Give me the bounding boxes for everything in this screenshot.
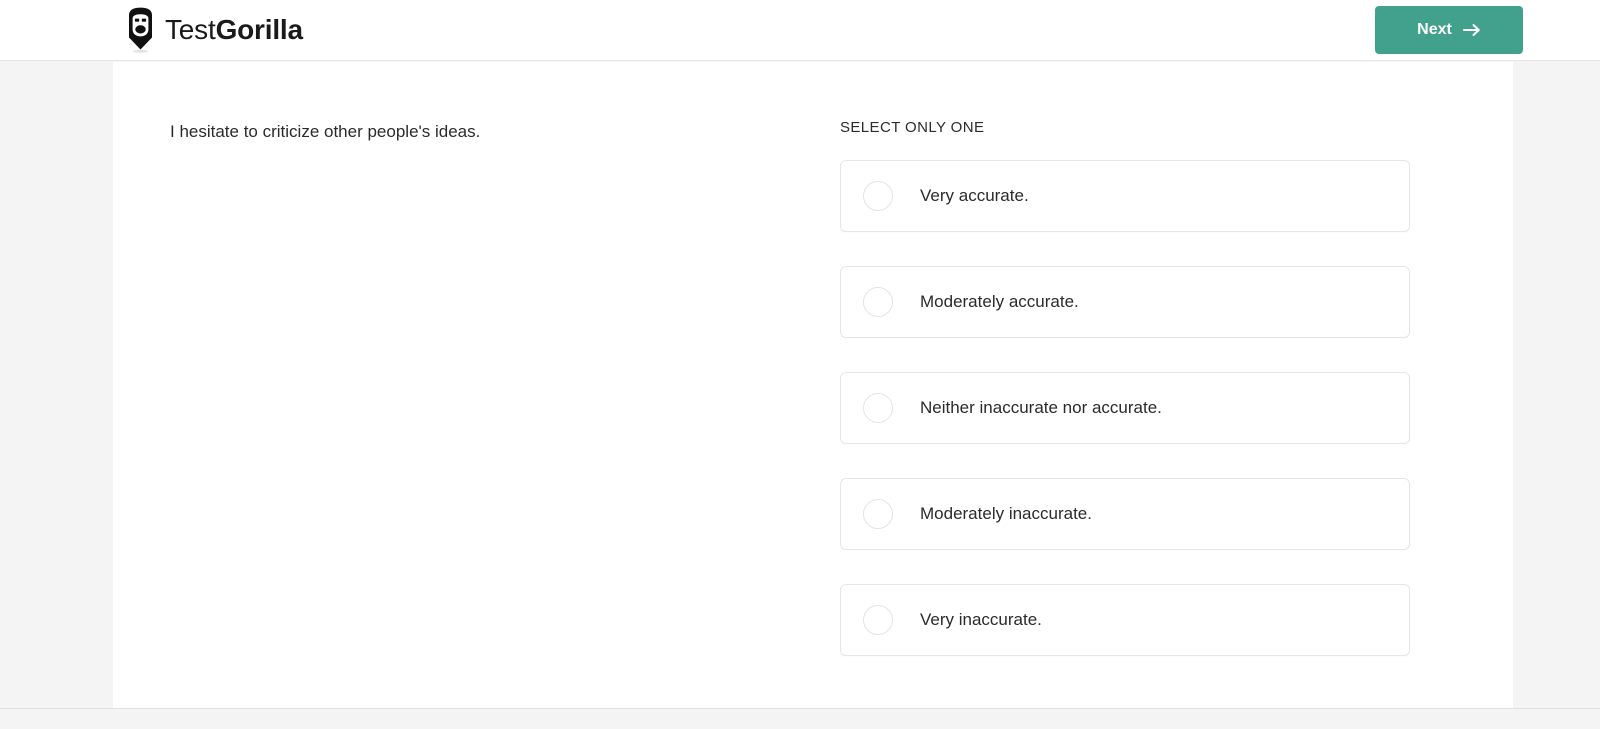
- footer-area: [0, 709, 1600, 729]
- testgorilla-gorilla-pencil-icon: [129, 7, 152, 53]
- question-text: I hesitate to criticize other people's i…: [170, 122, 481, 141]
- option-card-2[interactable]: Neither inaccurate nor accurate.: [840, 372, 1410, 444]
- option-card-1[interactable]: Moderately accurate.: [840, 266, 1410, 338]
- radio-icon[interactable]: [863, 393, 893, 423]
- radio-icon[interactable]: [863, 499, 893, 529]
- next-button-label: Next: [1417, 21, 1452, 38]
- brand-name: TestGorilla: [165, 16, 303, 44]
- brand-logo[interactable]: TestGorilla: [125, 6, 303, 54]
- radio-icon[interactable]: [863, 287, 893, 317]
- select-only-one-label: SELECT ONLY ONE: [840, 119, 985, 136]
- option-label: Moderately accurate.: [920, 291, 1079, 311]
- arrow-right-icon: [1462, 24, 1480, 36]
- next-button[interactable]: Next: [1375, 6, 1523, 54]
- radio-icon[interactable]: [863, 605, 893, 635]
- radio-icon[interactable]: [863, 181, 893, 211]
- answer-options-column: SELECT ONLY ONE Very accurate. Moderatel…: [840, 119, 1410, 656]
- option-card-3[interactable]: Moderately inaccurate.: [840, 478, 1410, 550]
- option-label: Moderately inaccurate.: [920, 503, 1092, 523]
- assessment-content-panel: I hesitate to criticize other people's i…: [113, 62, 1513, 708]
- brand-name-bold: Gorilla: [215, 14, 303, 45]
- question-column: I hesitate to criticize other people's i…: [170, 119, 780, 145]
- app-header: TestGorilla Next: [0, 0, 1600, 61]
- option-label: Neither inaccurate nor accurate.: [920, 397, 1162, 417]
- option-card-4[interactable]: Very inaccurate.: [840, 584, 1410, 656]
- option-label: Very accurate.: [920, 185, 1029, 205]
- brand-name-light: Test: [165, 14, 216, 45]
- option-label: Very inaccurate.: [920, 609, 1042, 629]
- option-card-0[interactable]: Very accurate.: [840, 160, 1410, 232]
